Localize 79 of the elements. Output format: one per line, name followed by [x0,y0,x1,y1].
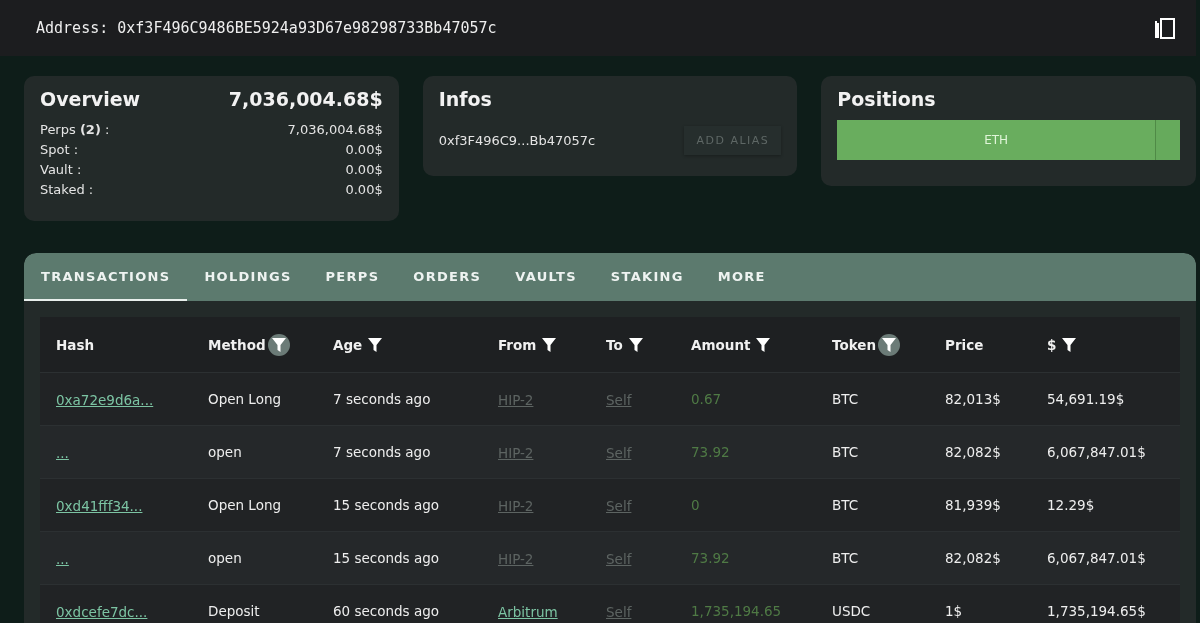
table-cell-text: BTC [832,550,860,566]
filter-icon[interactable] [267,333,290,356]
balance-label: Staked : [40,181,94,199]
table-cell-text: 82,013$ [945,391,1002,407]
table-cell-text: BTC [832,391,860,407]
balance-label: Vault : [40,161,82,179]
column-header: Age [333,336,363,353]
table-cell-text: 82,082$ [945,550,1002,566]
to-link[interactable]: Self [606,497,632,514]
total-value: 7,036,004.68$ [228,88,383,110]
table-cell-text: 15 seconds ago [333,497,441,513]
table-cell-text: open [208,444,243,460]
column-header: Price [945,336,984,353]
hash-link[interactable]: ... [56,444,69,461]
tab[interactable]: HOLDINGS [187,253,309,301]
tab[interactable]: PERPS [308,253,397,301]
balance-label: Perps (2) : [40,121,110,139]
column-header: Hash [56,336,95,353]
card-title: Positions [837,88,936,110]
column-header: Amount [691,336,751,353]
tab[interactable]: TRANSACTIONS [24,253,188,301]
column-header: Token [832,336,877,353]
table-cell-text: 6,067,847.01$ [1047,550,1147,566]
from-link[interactable]: HIP-2 [498,550,534,567]
copy-icon[interactable] [1154,16,1176,40]
table-cell-text: BTC [832,497,860,513]
table-cell-text: 1,735,194.65$ [1047,603,1147,619]
balance-label: Spot : [40,141,79,159]
table-cell-text: 7 seconds ago [333,391,432,407]
balance-value: 0.00$ [345,181,383,199]
from-link[interactable]: HIP-2 [498,391,534,408]
table-cell-text: 6,067,847.01$ [1047,444,1147,460]
table-cell-text: 15 seconds ago [333,550,441,566]
to-link[interactable]: Self [606,391,632,408]
amount-cell-text: 73.92 [691,444,731,460]
table-cell-text: Open Long [208,391,283,407]
card-title: Infos [438,88,492,110]
table-cell-text: 54,691.19$ [1047,391,1126,407]
balance-value: 7,036,004.68$ [287,121,383,139]
short-address: 0xf3F496C9...Bb47057c [438,133,596,148]
amount-cell-text: 0 [691,497,701,513]
table-cell-text: Open Long [208,497,283,513]
tab[interactable]: ORDERS [396,253,499,301]
address-text: Address: 0xf3F496C9486BE5924a93D67e98298733Bb47057c [36,19,497,37]
table-cell-text: 1$ [945,603,964,619]
table-cell-text: 82,082$ [945,444,1002,460]
column-header: $ [1047,336,1057,353]
tab[interactable]: MORE [700,253,783,301]
balance-value: 0.00$ [345,141,383,159]
amount-cell-text: 0.67 [691,391,723,407]
card-title: Overview [40,88,141,110]
from-link[interactable]: HIP-2 [498,444,534,461]
column-header: Method [208,336,266,353]
column-header: To [606,336,623,353]
to-link[interactable]: Self [606,550,632,567]
table-cell-text: 7 seconds ago [333,444,432,460]
table-cell-text: Deposit [208,603,261,619]
from-link[interactable]: Arbitrum [498,603,558,620]
amount-cell-text: 73.92 [691,550,731,566]
to-link[interactable]: Self [606,444,632,461]
to-link[interactable]: Self [606,603,632,620]
hash-link[interactable]: ... [56,550,69,567]
hash-link[interactable]: 0xdcefe7dc... [56,603,148,620]
table-cell-text: 12.29$ [1047,497,1096,513]
filter-icon[interactable] [878,333,901,356]
tab[interactable]: VAULTS [498,253,594,301]
hash-link[interactable]: 0xa72e9d6a... [56,391,154,408]
hash-link[interactable]: 0xd41fff34... [56,497,143,514]
table-cell-text: 60 seconds ago [333,603,441,619]
table-cell-text: open [208,550,243,566]
tab[interactable]: STAKING [593,253,701,301]
table-cell-text: BTC [832,444,860,460]
balance-value: 0.00$ [345,161,383,179]
table-cell-text: USDC [832,603,872,619]
amount-cell-text: 1,735,194.65 [691,603,783,619]
add-alias-button[interactable]: ADD ALIAS [684,126,782,155]
table-cell-text: 81,939$ [945,497,1002,513]
from-link[interactable]: HIP-2 [498,497,534,514]
column-header: From [498,336,537,353]
